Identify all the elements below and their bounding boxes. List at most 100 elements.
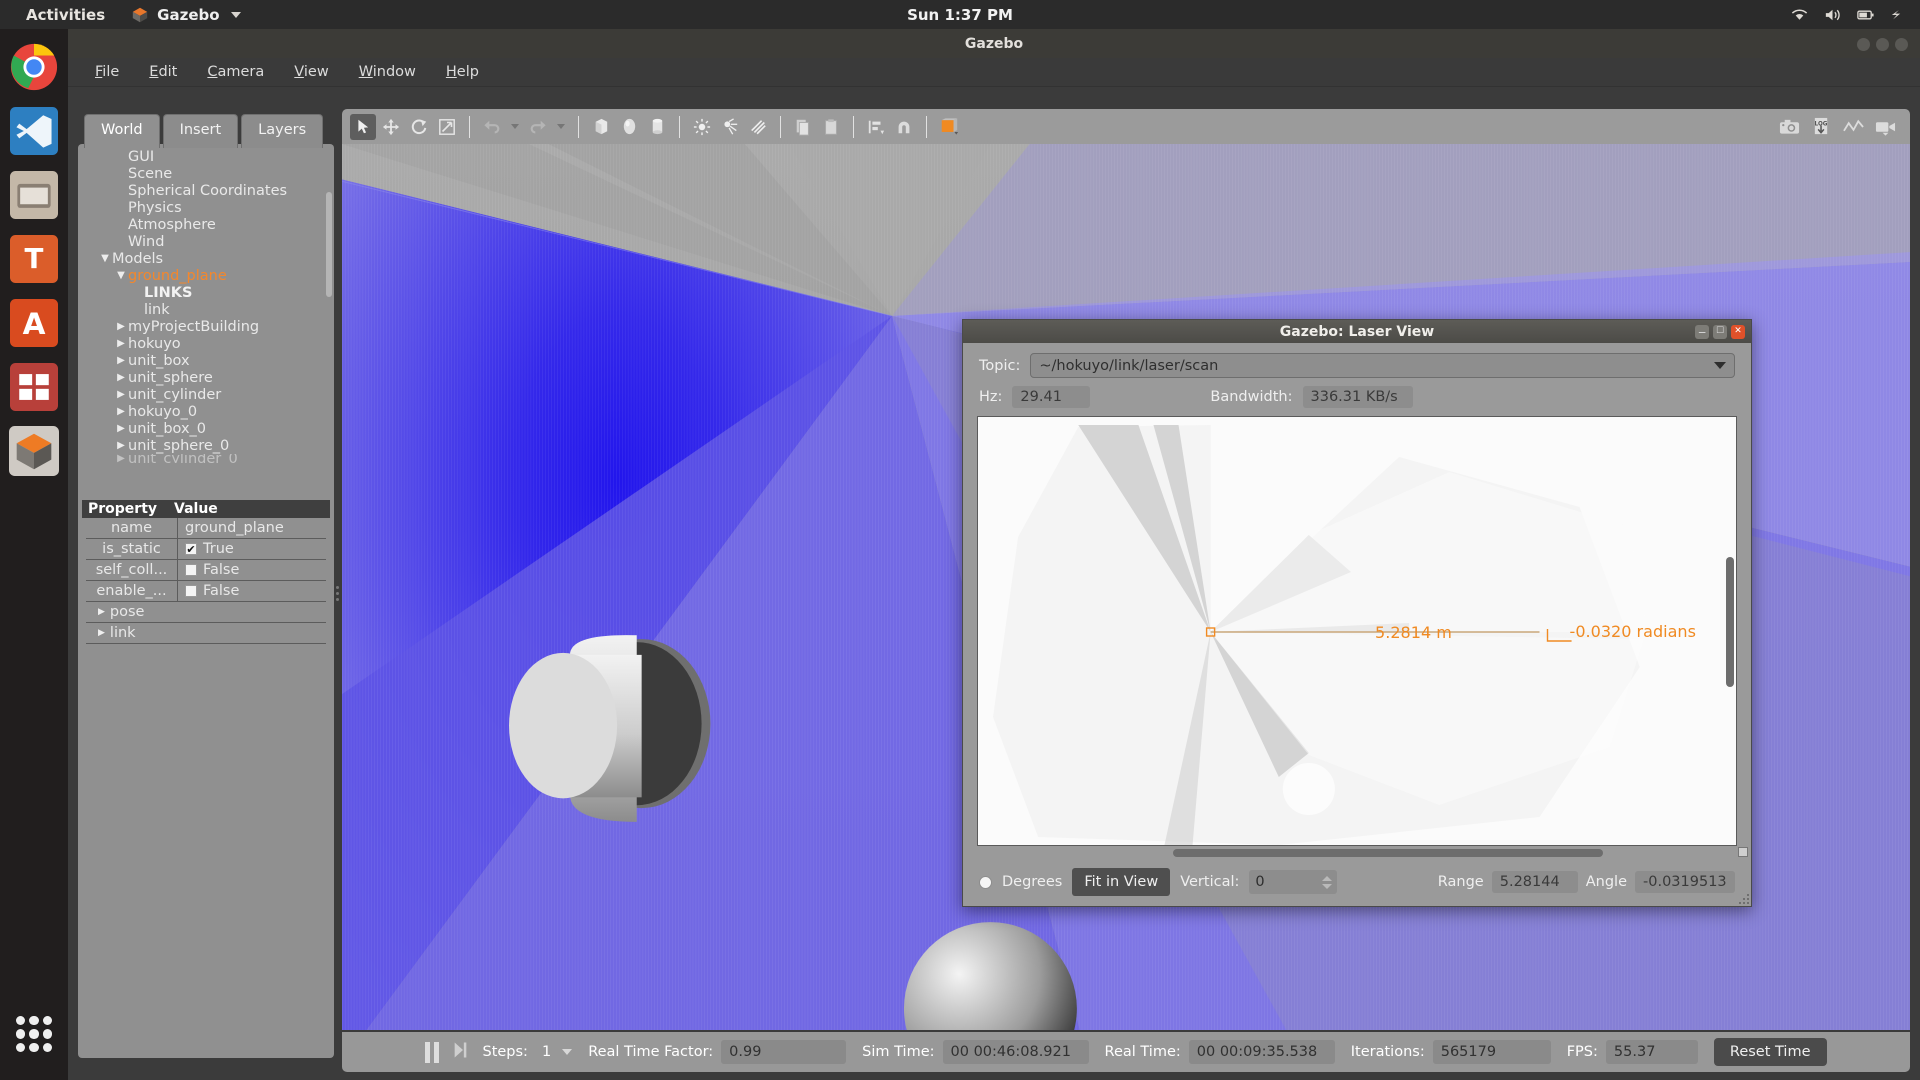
video-record-icon[interactable] [1872,114,1898,140]
launcher-item-vscode[interactable] [8,105,60,157]
chevron-right-icon[interactable]: ▶ [114,338,128,349]
spinner-arrows-icon[interactable] [1322,875,1333,889]
chevron-down-icon[interactable]: ▼ [98,253,112,264]
property-value[interactable]: ground_plane [178,520,326,536]
app-menu[interactable]: Gazebo [131,6,241,24]
degrees-label[interactable]: Degrees [1002,874,1062,890]
launcher-item-app5[interactable] [8,361,60,413]
snap-magnet-icon[interactable] [891,114,917,140]
tab-world[interactable]: World [84,114,160,148]
topic-select[interactable]: ~/hokuyo/link/laser/scan [1030,353,1735,378]
maximize-button[interactable] [1876,38,1889,51]
property-value[interactable]: False [178,562,326,578]
tab-insert[interactable]: Insert [162,114,239,148]
battery-icon[interactable] [1856,7,1875,23]
property-row[interactable]: self_coll... False [86,560,326,581]
chevron-right-icon[interactable]: ▶ [114,440,128,451]
laser-dialog-titlebar[interactable]: Gazebo: Laser View ⚊ ☐ ✕ [963,320,1751,343]
paste-icon[interactable] [818,114,844,140]
tree-item[interactable]: LINKS [82,284,330,301]
tree-item[interactable]: ▼ ground_plane [82,267,330,284]
vertical-spinner[interactable]: 0 [1249,870,1338,894]
align-icon[interactable] [863,114,889,140]
chevron-right-icon[interactable]: ▶ [114,454,128,463]
tree-item[interactable]: Spherical Coordinates [82,182,330,199]
redo-icon[interactable] [525,114,551,140]
property-row[interactable]: is_static ✔ True [86,539,326,560]
activities-button[interactable]: Activities [10,6,117,24]
steps-dropdown-caret-icon[interactable] [562,1049,573,1055]
menu-camera[interactable]: Camera [192,60,279,84]
launcher-apps-grid-icon[interactable] [12,1012,56,1056]
chevron-right-icon[interactable]: ▶ [114,355,128,366]
property-row[interactable]: ▶ link [86,623,326,644]
steps-value[interactable]: 1 [542,1044,551,1060]
tab-layers[interactable]: Layers [241,114,324,148]
tree-item[interactable]: ▼ Models [82,250,330,267]
plot-graph-icon[interactable] [1840,114,1866,140]
tree-item[interactable]: Wind [82,233,330,250]
minimize-button[interactable] [1857,38,1870,51]
tree-item[interactable]: Atmosphere [82,216,330,233]
dialog-resize-grip[interactable] [1737,892,1749,904]
tree-item[interactable]: ▶ unit_sphere_0 [82,437,330,454]
tree-item[interactable]: link [82,301,330,318]
select-arrow-icon[interactable] [350,113,376,140]
panel-resize-grip[interactable] [336,583,340,611]
view-angle-cube-icon[interactable] [936,114,962,140]
sphere-icon[interactable] [616,114,642,140]
redo-dropdown-caret-icon[interactable] [557,124,565,129]
menu-view[interactable]: View [279,60,343,84]
tree-item[interactable]: Scene [82,165,330,182]
close-icon[interactable]: ✕ [1731,324,1745,339]
wifi-icon[interactable] [1790,7,1809,23]
fit-in-view-button[interactable]: Fit in View [1072,868,1171,896]
launcher-item-software[interactable]: A [8,297,60,349]
tree-item[interactable]: GUI [82,148,330,165]
box-icon[interactable] [588,114,614,140]
screenshot-camera-icon[interactable] [1776,114,1802,140]
tree-item[interactable]: ▶ unit_cylinder_0 [82,454,330,463]
chevron-right-icon[interactable]: ▶ [98,628,105,638]
minimize-icon[interactable]: ⚊ [1695,324,1709,339]
chevron-down-icon[interactable]: ▼ [114,270,128,281]
chevron-right-icon[interactable]: ▶ [114,321,128,332]
menu-help[interactable]: Help [431,60,494,84]
close-button[interactable] [1895,38,1908,51]
cylinder-icon[interactable] [644,114,670,140]
power-icon[interactable] [1889,7,1908,23]
point-light-icon[interactable] [689,114,715,140]
tree-item[interactable]: ▶ unit_cylinder [82,386,330,403]
tree-item[interactable]: ▶ unit_box_0 [82,420,330,437]
menu-file[interactable]: File [80,60,134,84]
property-row[interactable]: name ground_plane [86,518,326,539]
property-row[interactable]: ▶ pose [86,602,326,623]
plot-vertical-scrollbar[interactable] [1726,557,1734,687]
property-value[interactable]: ✔ True [178,541,326,557]
launcher-item-gazebo[interactable] [8,425,60,477]
checkbox-unchecked-icon[interactable] [185,564,197,576]
launcher-item-files[interactable] [8,169,60,221]
laser-scan-plot[interactable]: 5.2814 m -0.0320 radians [977,416,1748,857]
clock[interactable]: Sun 1:37 PM [907,6,1013,24]
menu-window[interactable]: Window [344,60,431,84]
step-forward-icon[interactable] [453,1040,468,1064]
spot-light-icon[interactable] [717,114,743,140]
launcher-item-chrome[interactable] [8,41,60,93]
tree-item[interactable]: ▶ hokuyo_0 [82,403,330,420]
rotate-icon[interactable] [406,114,432,140]
undo-icon[interactable] [479,114,505,140]
pause-icon[interactable] [425,1041,440,1063]
maximize-icon[interactable]: ☐ [1713,324,1727,339]
log-record-icon[interactable]: LOG [1808,114,1834,140]
tree-item[interactable]: ▶ unit_box [82,352,330,369]
chevron-right-icon[interactable]: ▶ [114,372,128,383]
copy-icon[interactable] [790,114,816,140]
chevron-right-icon[interactable]: ▶ [98,607,105,617]
tree-item[interactable]: ▶ hokuyo [82,335,330,352]
property-value[interactable]: False [178,583,326,599]
tree-item[interactable]: ▶ myProjectBuilding [82,318,330,335]
plot-horizontal-scrollbar[interactable] [1173,849,1603,857]
menu-edit[interactable]: Edit [134,60,192,84]
undo-dropdown-caret-icon[interactable] [511,124,519,129]
